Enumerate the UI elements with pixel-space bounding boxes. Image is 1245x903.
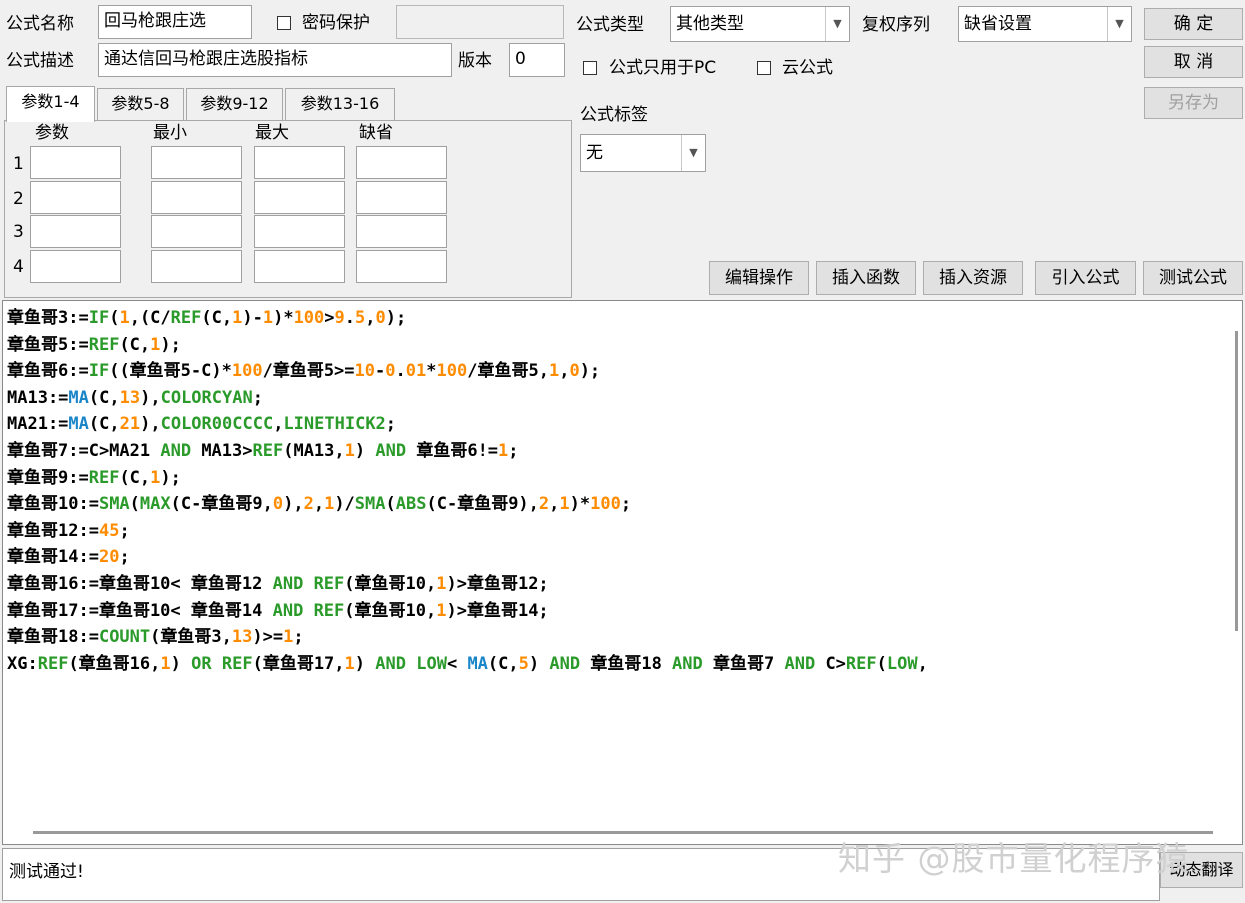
cloud-checkbox[interactable] bbox=[757, 61, 771, 75]
cloud-label: 云公式 bbox=[782, 58, 833, 78]
tab-params-5-8[interactable]: 参数5-8 bbox=[97, 88, 184, 120]
param-row-number: 4 bbox=[13, 257, 24, 277]
code-line: XG:REF(章鱼哥16,1) OR REF(章鱼哥17,1) AND LOW<… bbox=[7, 653, 928, 674]
vertical-scrollbar[interactable] bbox=[1235, 331, 1238, 631]
param-min-input[interactable] bbox=[151, 250, 242, 283]
param-name-input[interactable] bbox=[30, 250, 121, 283]
edit-operations-button[interactable]: 编辑操作 bbox=[709, 261, 809, 295]
pc-only-checkbox[interactable] bbox=[583, 61, 597, 75]
test-formula-button[interactable]: 测试公式 bbox=[1143, 261, 1243, 295]
formula-tag-label: 公式标签 bbox=[580, 105, 648, 125]
param-row-number: 3 bbox=[13, 222, 24, 242]
formula-name-label: 公式名称 bbox=[6, 14, 74, 34]
param-default-input[interactable] bbox=[356, 181, 447, 214]
tab-params-9-12[interactable]: 参数9-12 bbox=[186, 88, 283, 120]
code-line: 章鱼哥7:=C>MA21 AND MA13>REF(MA13,1) AND 章鱼… bbox=[7, 440, 519, 461]
version-label: 版本 bbox=[458, 51, 492, 71]
formula-name-input[interactable]: 回马枪跟庄选 bbox=[98, 5, 252, 39]
chevron-down-icon[interactable]: ▼ bbox=[825, 7, 849, 41]
param-header-min: 最小 bbox=[153, 123, 187, 143]
chevron-down-icon[interactable]: ▼ bbox=[1107, 7, 1131, 41]
param-min-input[interactable] bbox=[151, 215, 242, 248]
param-row-number: 2 bbox=[13, 189, 24, 209]
status-message: 测试通过! bbox=[9, 862, 84, 882]
param-max-input[interactable] bbox=[254, 146, 345, 179]
code-line: MA21:=MA(C,21),COLOR00CCCC,LINETHICK2; bbox=[7, 414, 397, 435]
code-line: 章鱼哥3:=IF(1,(C/REF(C,1)-1)*100>9.5,0); bbox=[7, 308, 407, 328]
code-line: 章鱼哥9:=REF(C,1); bbox=[7, 467, 181, 488]
rights-sequence-label: 复权序列 bbox=[862, 15, 930, 35]
formula-code: 章鱼哥3:=IF(1,(C/REF(C,1)-1)*100>9.5,0); 章鱼哥… bbox=[7, 305, 928, 677]
insert-function-button[interactable]: 插入函数 bbox=[816, 261, 916, 295]
param-max-input[interactable] bbox=[254, 250, 345, 283]
code-line: 章鱼哥10:=SMA(MAX(C-章鱼哥9,0),2,1)/SMA(ABS(C-… bbox=[7, 494, 632, 515]
formula-code-editor[interactable]: 章鱼哥3:=IF(1,(C/REF(C,1)-1)*100>9.5,0); 章鱼哥… bbox=[2, 300, 1243, 845]
formula-type-label: 公式类型 bbox=[576, 15, 644, 35]
formula-tag-value: 无 bbox=[586, 143, 603, 163]
param-default-input[interactable] bbox=[356, 146, 447, 179]
code-line: 章鱼哥5:=REF(C,1); bbox=[7, 334, 181, 355]
code-line: 章鱼哥18:=COUNT(章鱼哥3,13)>=1; bbox=[7, 627, 304, 648]
chevron-down-icon[interactable]: ▼ bbox=[681, 135, 705, 171]
tab-params-13-16[interactable]: 参数13-16 bbox=[285, 88, 395, 120]
import-formula-button[interactable]: 引入公式 bbox=[1035, 261, 1136, 295]
pc-only-label: 公式只用于PC bbox=[609, 58, 717, 78]
rights-sequence-value: 缺省设置 bbox=[964, 14, 1032, 34]
save-as-button: 另存为 bbox=[1144, 87, 1243, 119]
watermark: 知乎 @股市量化程序猿 bbox=[838, 839, 1190, 878]
code-line: MA13:=MA(C,13),COLORCYAN; bbox=[7, 387, 263, 408]
code-line: 章鱼哥6:=IF((章鱼哥5-C)*100/章鱼哥5>=10-0.01*100/… bbox=[7, 361, 601, 382]
param-max-input[interactable] bbox=[254, 215, 345, 248]
formula-type-value: 其他类型 bbox=[676, 14, 744, 34]
code-line: 章鱼哥14:=20; bbox=[7, 547, 130, 568]
param-name-input[interactable] bbox=[30, 215, 121, 248]
formula-desc-label: 公式描述 bbox=[6, 51, 74, 71]
param-header-default: 缺省 bbox=[359, 123, 393, 143]
code-line: 章鱼哥16:=章鱼哥10< 章鱼哥12 AND REF(章鱼哥10,1)>章鱼哥… bbox=[7, 573, 549, 594]
param-default-input[interactable] bbox=[356, 215, 447, 248]
param-max-input[interactable] bbox=[254, 181, 345, 214]
code-line: 章鱼哥17:=章鱼哥10< 章鱼哥14 AND REF(章鱼哥10,1)>章鱼哥… bbox=[7, 600, 549, 621]
rights-sequence-select[interactable]: 缺省设置 ▼ bbox=[958, 6, 1132, 42]
param-min-input[interactable] bbox=[151, 146, 242, 179]
formula-desc-input[interactable]: 通达信回马枪跟庄选股指标 bbox=[98, 43, 452, 77]
tab-params-1-4[interactable]: 参数1-4 bbox=[6, 86, 95, 122]
password-checkbox[interactable] bbox=[277, 16, 291, 30]
insert-resource-button[interactable]: 插入资源 bbox=[923, 261, 1023, 295]
password-input bbox=[396, 5, 564, 39]
params-panel: 参数 最小 最大 缺省 1 2 3 4 bbox=[4, 120, 572, 298]
code-line: 章鱼哥12:=45; bbox=[7, 520, 130, 541]
ok-button[interactable]: 确 定 bbox=[1144, 8, 1243, 40]
param-default-input[interactable] bbox=[356, 250, 447, 283]
param-min-input[interactable] bbox=[151, 181, 242, 214]
param-header-max: 最大 bbox=[255, 123, 289, 143]
param-header-name: 参数 bbox=[35, 123, 69, 143]
param-row-number: 1 bbox=[13, 154, 24, 174]
formula-type-select[interactable]: 其他类型 ▼ bbox=[670, 6, 850, 42]
version-input[interactable]: 0 bbox=[509, 43, 565, 77]
cancel-button[interactable]: 取 消 bbox=[1144, 46, 1243, 78]
formula-tag-select[interactable]: 无 ▼ bbox=[580, 134, 706, 172]
param-name-input[interactable] bbox=[30, 146, 121, 179]
password-label: 密码保护 bbox=[302, 13, 370, 33]
param-name-input[interactable] bbox=[30, 181, 121, 214]
